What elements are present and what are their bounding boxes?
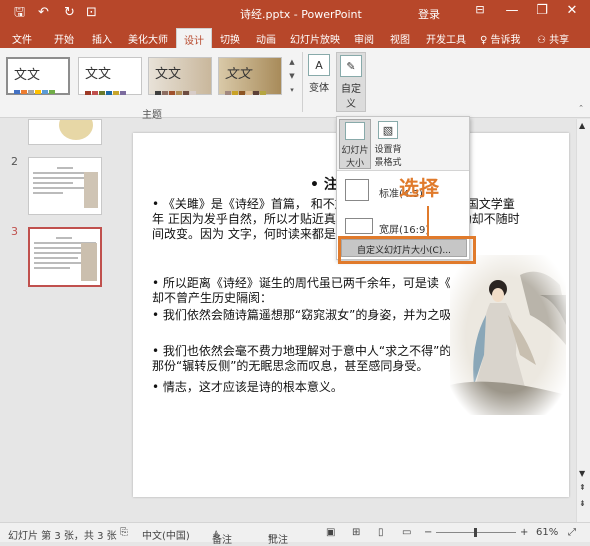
redo-icon[interactable]: ↻ xyxy=(64,5,75,21)
tab-design[interactable]: 设计 xyxy=(176,28,212,48)
person-icon: ⚇ xyxy=(537,35,550,46)
format-background-button[interactable]: ▧ 设置背景格式 xyxy=(373,119,403,169)
lightbulb-icon: ♀ xyxy=(480,35,491,46)
slide-sorter-icon[interactable]: ⊞ xyxy=(352,527,360,538)
ribbon-display-icon[interactable]: ⊟ xyxy=(468,3,492,16)
reading-view-icon[interactable]: ▯ xyxy=(378,527,384,538)
theme-colors xyxy=(85,85,135,95)
tab-animations[interactable]: 动画 xyxy=(256,31,276,46)
prev-slide-icon[interactable]: ⇞ xyxy=(579,483,586,492)
share-label: 共享 xyxy=(549,35,570,46)
zoom-out-icon[interactable]: − xyxy=(424,527,432,538)
slideshow-view-icon[interactable]: ▭ xyxy=(402,527,411,538)
ribbon-divider xyxy=(302,52,303,112)
language-status[interactable]: 中文(中国) xyxy=(142,527,190,542)
tab-file[interactable]: 文件 xyxy=(12,31,32,46)
window-title: 诗经.pptx - PowerPoint xyxy=(240,8,362,21)
format-background-icon: ▧ xyxy=(378,121,398,139)
slide-thumbnail-1[interactable] xyxy=(28,119,102,145)
scroll-down-icon[interactable]: ▼ xyxy=(579,469,585,478)
standard-size-icon xyxy=(345,179,369,201)
vertical-scrollbar[interactable]: ▲ ▼ ⇞ ⇟ xyxy=(576,119,590,522)
normal-view-icon[interactable]: ▣ xyxy=(326,527,335,538)
ribbon-design: 文文 文文 文文 文文 ▲ ▼ ▾ A 变体 ✎ 自定义 ⌃ xyxy=(0,48,590,118)
slide-thumbnail-2[interactable] xyxy=(28,157,102,215)
spellcheck-icon[interactable]: ⎘ xyxy=(120,527,128,538)
notes-label: 备注 xyxy=(212,535,232,546)
title-bar: 🖫 ↶ ↻ ⊡ 诗经.pptx - PowerPoint 登录 ⊟ — ❐ ✕ xyxy=(0,0,590,26)
theme-colors xyxy=(155,85,205,95)
theme-sample-text: 文文 xyxy=(155,67,182,82)
status-bar: 幻灯片 第 3 张，共 3 张 ⎘ 中文(中国) ≜ 备注 ▭ 批注 ▣ ⊞ ▯… xyxy=(0,522,590,546)
save-icon[interactable]: 🖫 xyxy=(14,5,25,21)
slide-size-label: 幻灯片大小 xyxy=(341,146,369,169)
login-button[interactable]: 登录 xyxy=(418,6,440,22)
close-button[interactable]: ✕ xyxy=(560,3,584,18)
theme-office[interactable]: 文文 xyxy=(6,57,70,95)
customize-gallery: 幻灯片大小 ▧ 设置背景格式 xyxy=(337,117,469,171)
theme-sample-text: 文文 xyxy=(85,67,112,82)
slide-info: 幻灯片 第 3 张，共 3 张 xyxy=(8,531,117,542)
format-background-label: 设置背景格式 xyxy=(374,145,402,168)
slide-size-icon xyxy=(345,122,365,140)
theme-scroll-down-icon[interactable]: ▼ xyxy=(287,72,297,80)
tab-insert[interactable]: 插入 xyxy=(92,31,112,46)
lady-painting-image[interactable] xyxy=(450,255,566,415)
widescreen-icon xyxy=(345,218,373,234)
zoom-slider-thumb[interactable] xyxy=(474,528,477,537)
fit-slide-icon[interactable]: ⤢ xyxy=(568,527,576,538)
thumb-image xyxy=(59,120,93,140)
next-slide-icon[interactable]: ⇟ xyxy=(579,499,586,508)
tab-home[interactable]: 开始 xyxy=(54,31,74,46)
annotation-highlight-box xyxy=(338,236,476,264)
ribbon-tabs: 文件 开始 插入 美化大师 设计 切换 动画 幻灯片放映 审阅 视图 开发工具 … xyxy=(0,26,590,48)
tab-tell-me[interactable]: ♀ 告诉我 xyxy=(480,31,521,46)
share-button[interactable]: ⚇ 共享 xyxy=(537,31,569,46)
slide-size-button[interactable]: 幻灯片大小 xyxy=(339,119,371,169)
restore-button[interactable]: ❐ xyxy=(530,3,554,18)
variants-icon: A xyxy=(308,54,330,76)
theme-2[interactable]: 文文 xyxy=(78,57,142,95)
theme-scroll-up-icon[interactable]: ▲ xyxy=(287,58,297,66)
slide-thumbnails-panel: 2 3 xyxy=(0,119,116,522)
variants-button[interactable]: A 变体 xyxy=(306,54,332,94)
undo-icon[interactable]: ↶ xyxy=(38,5,49,21)
tab-transitions[interactable]: 切换 xyxy=(220,31,240,46)
zoom-level[interactable]: 61% xyxy=(536,527,558,538)
theme-sample-text: 文文 xyxy=(225,67,252,82)
tab-review[interactable]: 审阅 xyxy=(354,31,374,46)
annotation-label: 选择 xyxy=(399,176,439,200)
theme-more-icon[interactable]: ▾ xyxy=(287,86,297,94)
theme-3[interactable]: 文文 xyxy=(148,57,212,95)
theme-colors xyxy=(225,85,275,95)
slide-title: • 注 xyxy=(310,177,338,193)
tab-developer[interactable]: 开发工具 xyxy=(426,31,466,46)
present-icon[interactable]: ⊡ xyxy=(86,5,97,21)
slide-number-2: 2 xyxy=(11,155,18,168)
annotation-line xyxy=(427,206,429,236)
tell-me-label: 告诉我 xyxy=(490,35,521,46)
tab-view[interactable]: 视图 xyxy=(390,31,410,46)
minimize-button[interactable]: — xyxy=(500,3,524,18)
slide-number-3: 3 xyxy=(11,225,18,238)
tab-beautify[interactable]: 美化大师 xyxy=(128,31,168,46)
theme-4[interactable]: 文文 xyxy=(218,57,282,95)
scroll-up-icon[interactable]: ▲ xyxy=(579,121,585,130)
comments-label: 批注 xyxy=(268,535,288,546)
variants-label: 变体 xyxy=(309,83,329,94)
ribbon-collapse-icon[interactable]: ⌃ xyxy=(576,104,586,112)
zoom-in-icon[interactable]: + xyxy=(520,527,528,538)
theme-colors xyxy=(14,84,64,94)
widescreen-label: 宽屏(16:9) xyxy=(379,225,430,236)
theme-sample-text: 文文 xyxy=(14,68,41,83)
customize-label: 自定义 xyxy=(341,84,361,110)
slide-thumbnail-3[interactable] xyxy=(28,227,102,287)
customize-button[interactable]: ✎ 自定义 xyxy=(336,52,366,112)
tab-slideshow[interactable]: 幻灯片放映 xyxy=(290,31,340,46)
customize-icon: ✎ xyxy=(340,55,362,77)
